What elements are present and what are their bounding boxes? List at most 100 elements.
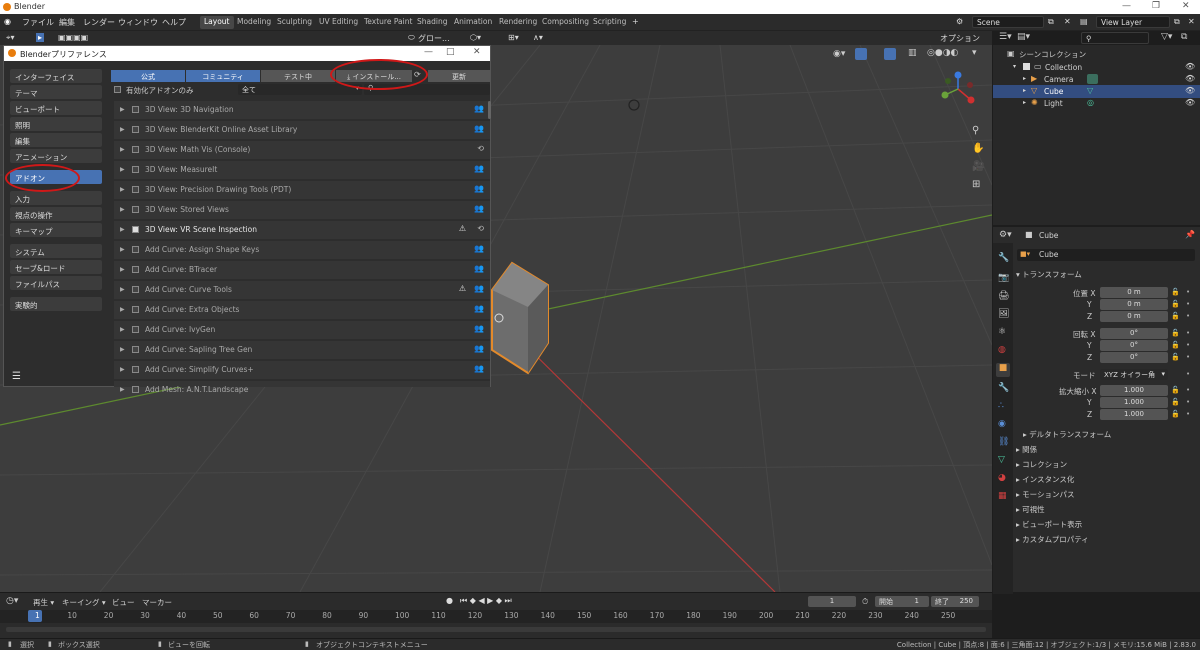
addon-row[interactable]: ▶ 3D View: BlenderKit Online Asset Librar… — [114, 121, 490, 139]
minimize-icon[interactable]: — — [424, 47, 433, 57]
view-menu[interactable]: ビュー — [112, 597, 135, 608]
pan-hand-icon[interactable]: ✋ — [972, 143, 984, 154]
tab-official[interactable]: 公式 — [111, 70, 185, 82]
addon-enable-checkbox[interactable] — [132, 126, 139, 133]
addon-row[interactable]: ▶ Add Mesh: A.N.T.Landscape — [114, 381, 490, 394]
scale-x-field[interactable]: 1.000 — [1100, 385, 1168, 396]
expand-icon[interactable]: ▶ — [120, 206, 125, 213]
delete-scene-icon[interactable]: ✕ — [1064, 17, 1071, 26]
lock-icon[interactable]: 🔓 — [1171, 386, 1180, 394]
location-y-field[interactable]: 0 m — [1100, 299, 1168, 310]
end-frame-field[interactable]: 終了 250 — [931, 596, 979, 607]
expand-icon[interactable]: ▶ — [120, 386, 125, 393]
keyframe-dot-icon[interactable]: • — [1186, 288, 1190, 296]
proportional-edit-icon[interactable]: ∧▾ — [533, 33, 543, 42]
delta-transform-panel[interactable]: ▸ デルタトランスフォーム — [1023, 429, 1111, 440]
perspective-toggle-icon[interactable]: ⊞ — [972, 179, 980, 190]
addon-enable-checkbox[interactable] — [132, 166, 139, 173]
addon-enable-checkbox[interactable] — [132, 206, 139, 213]
current-frame-field[interactable]: 1 — [808, 596, 856, 607]
expand-icon[interactable]: ▾ — [1013, 63, 1016, 70]
collections-panel[interactable]: ▸ コレクション — [1016, 459, 1067, 470]
lock-icon[interactable]: 🔓 — [1171, 288, 1180, 296]
addon-enable-checkbox[interactable] — [132, 246, 139, 253]
blender-menu-icon[interactable]: ◉ — [4, 17, 11, 26]
particles-tab-icon[interactable]: ∴ — [998, 401, 1004, 411]
shading-options-icon[interactable]: ▾ — [972, 48, 977, 58]
expand-icon[interactable]: ▶ — [120, 146, 125, 153]
snap-icon[interactable]: ⊞▾ — [508, 33, 519, 42]
sidebar-item-input[interactable]: 入力 — [10, 191, 102, 205]
view-layer-tab-icon[interactable]: 🖼 — [998, 309, 1009, 319]
timeline-editor-icon[interactable]: ◷▾ — [6, 596, 18, 606]
addon-row[interactable]: ▶ Add Curve: Extra Objects 👥 — [114, 301, 490, 319]
rotation-x-field[interactable]: 0° — [1100, 328, 1168, 339]
addon-enable-checkbox[interactable] — [132, 146, 139, 153]
keyframe-dot-icon[interactable]: • — [1186, 353, 1190, 361]
addon-row[interactable]: ▶ Add Curve: Simplify Curves+ 👥 — [114, 361, 490, 379]
keyframe-dot-icon[interactable]: • — [1186, 410, 1190, 418]
tab-testing[interactable]: テスト中 — [261, 70, 335, 82]
options-menu[interactable]: オプション — [940, 33, 980, 44]
scene-field[interactable]: Scene — [972, 16, 1044, 28]
addon-row[interactable]: ▶ 3D View: MeasureIt 👥 — [114, 161, 490, 179]
pin-icon[interactable]: 📌 — [1185, 230, 1195, 239]
data-tab-icon[interactable]: ▽ — [998, 455, 1005, 465]
maximize-icon[interactable]: □ — [446, 47, 455, 57]
sidebar-item-lights[interactable]: 照明 — [10, 117, 102, 131]
gizmo-toggle-icon[interactable] — [855, 48, 867, 60]
pivot-icon[interactable]: ⬡▾ — [470, 33, 481, 42]
expand-icon[interactable]: ▶ — [120, 166, 125, 173]
lock-icon[interactable]: 🔓 — [1171, 300, 1180, 308]
addon-row[interactable]: ▶ 3D View: 3D Navigation 👥 — [114, 101, 490, 119]
sidebar-item-interface[interactable]: インターフェイス — [10, 69, 102, 83]
tab-compositing[interactable]: Compositing — [538, 16, 593, 29]
marker-menu[interactable]: マーカー — [142, 597, 172, 608]
texture-tab-icon[interactable]: ▦ — [998, 491, 1007, 501]
new-scene-icon[interactable]: ⧉ — [1048, 17, 1054, 27]
outliner-editor-icon[interactable]: ☰▾ — [999, 32, 1012, 42]
sidebar-item-keymap[interactable]: キーマップ — [10, 223, 102, 237]
close-icon[interactable]: ✕ — [473, 47, 481, 57]
visibility-icon[interactable]: ◉▾ — [833, 49, 845, 59]
menu-file[interactable]: ファイル — [22, 17, 54, 28]
new-view-layer-icon[interactable]: ⧉ — [1174, 17, 1180, 27]
keyframe-dot-icon[interactable]: • — [1186, 300, 1190, 308]
expand-icon[interactable]: ▸ — [1023, 75, 1026, 82]
expand-icon[interactable]: ▸ — [1023, 87, 1026, 94]
world-tab-icon[interactable]: ◍ — [998, 345, 1006, 355]
shading-modes-icon[interactable]: ◎●◑◐ — [927, 48, 958, 58]
custom-properties-panel[interactable]: ▸ カスタムプロパティ — [1016, 534, 1089, 545]
expand-icon[interactable]: ▸ — [1023, 99, 1026, 106]
expand-icon[interactable]: ▶ — [120, 286, 125, 293]
outliner-item-light[interactable]: ▸ ✺ Light ◎ 👁 — [993, 97, 1200, 110]
tab-shading[interactable]: Shading — [413, 16, 451, 29]
addon-enable-checkbox[interactable] — [132, 266, 139, 273]
addon-row[interactable]: ▶ Add Curve: BTracer 👥 — [114, 261, 490, 279]
tab-uv-editing[interactable]: UV Editing — [315, 16, 362, 29]
constraints-tab-icon[interactable]: ⛓ — [998, 437, 1009, 447]
playback-menu[interactable]: 再生 ▾ — [33, 597, 54, 608]
new-collection-icon[interactable]: ⧉ — [1181, 32, 1187, 42]
sidebar-item-file-paths[interactable]: ファイルパス — [10, 276, 102, 290]
keyframe-dot-icon[interactable]: • — [1186, 370, 1190, 378]
motion-paths-panel[interactable]: ▸ モーションパス — [1016, 489, 1075, 500]
eye-icon[interactable]: 👁 — [1185, 62, 1195, 71]
display-mode-icon[interactable]: ▤▾ — [1017, 32, 1030, 42]
sidebar-item-save-load[interactable]: セーブ&ロード — [10, 260, 102, 274]
keyframe-dot-icon[interactable]: • — [1186, 312, 1190, 320]
sidebar-item-editing[interactable]: 編集 — [10, 133, 102, 147]
scale-y-field[interactable]: 1.000 — [1100, 397, 1168, 408]
keying-menu[interactable]: キーイング ▾ — [62, 597, 106, 608]
sidebar-item-system[interactable]: システム — [10, 244, 102, 258]
rotation-mode-dropdown[interactable]: XYZ オイラー角 ▾ — [1100, 369, 1168, 380]
menu-edit[interactable]: 編集 — [59, 17, 75, 28]
tab-rendering[interactable]: Rendering — [495, 16, 541, 29]
addon-row[interactable]: ▶ 3D View: VR Scene Inspection ⟲ ⚠ — [114, 221, 490, 239]
scrollbar[interactable] — [488, 101, 491, 119]
timeline-scrollbar[interactable] — [6, 627, 986, 632]
expand-icon[interactable]: ▶ — [120, 246, 125, 253]
expand-icon[interactable]: ▶ — [120, 226, 125, 233]
location-z-field[interactable]: 0 m — [1100, 311, 1168, 322]
sidebar-item-themes[interactable]: テーマ — [10, 85, 102, 99]
